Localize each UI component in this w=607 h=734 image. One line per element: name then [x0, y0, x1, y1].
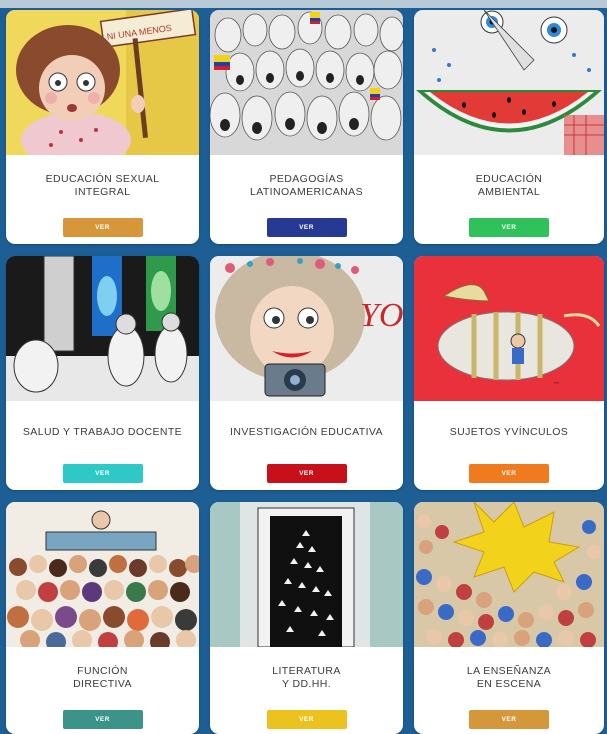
card-image-tired-teachers: [6, 256, 199, 401]
card-title: SALUD Y TRABAJO DOCENTE: [22, 425, 183, 438]
card-image-watermelon-face: [414, 10, 604, 155]
card-literatura-ddhh: LITERATURA Y DD.HH. VER: [210, 502, 403, 734]
ver-button-pedagogias[interactable]: VER: [266, 218, 347, 237]
card-image-door-birds: [210, 502, 403, 647]
card-investigacion-educativa: YO INVESTIGACIÓN EDUCATIVA VER: [210, 256, 403, 490]
ver-button-educacion-sexual[interactable]: VER: [62, 218, 143, 237]
category-grid: NI UNA MENOS EDUCACIÓN SEXUAL INTEGRAL V…: [6, 10, 606, 734]
card-image-sun-crowd: [414, 502, 604, 647]
card-educacion-ambiental: EDUCACIÓN AMBIENTAL VER: [414, 10, 604, 244]
card-title: LA ENSEÑANZA EN ESCENA: [466, 665, 552, 690]
card-title: EDUCACIÓN AMBIENTAL: [475, 173, 543, 198]
card-salud-trabajo-docente: SALUD Y TRABAJO DOCENTE VER: [6, 256, 199, 490]
card-title: SUJETOS YVÍNCULOS: [449, 425, 569, 438]
yo-text: YO: [360, 297, 403, 334]
card-pedagogias-latinoamericanas: PEDAGOGÍAS LATINOAMERICANAS VER: [210, 10, 403, 244]
card-sujetos-vinculos: ~ SUJETOS YVÍNCULOS VER: [414, 256, 604, 490]
card-image-woman-camera: YO: [210, 256, 403, 401]
top-strip: [0, 0, 607, 8]
ver-button-ensenanza-escena[interactable]: VER: [469, 710, 549, 729]
card-ensenanza-en-escena: LA ENSEÑANZA EN ESCENA VER: [414, 502, 604, 734]
ver-button-literatura[interactable]: VER: [266, 710, 347, 729]
ver-button-investigacion[interactable]: VER: [266, 464, 347, 483]
card-image-girl-with-sign: NI UNA MENOS: [6, 10, 199, 155]
card-title: EDUCACIÓN SEXUAL INTEGRAL: [45, 173, 160, 198]
card-image-crowd-audience: [6, 502, 199, 647]
card-educacion-sexual-integral: NI UNA MENOS EDUCACIÓN SEXUAL INTEGRAL V…: [6, 10, 199, 244]
card-image-caged-egg: ~: [414, 256, 604, 401]
card-title: LITERATURA Y DD.HH.: [272, 665, 341, 690]
ver-button-funcion-directiva[interactable]: VER: [62, 710, 143, 729]
card-image-crowd-faces: [210, 10, 403, 155]
card-title: FUNCIÓN DIRECTIVA: [73, 665, 132, 690]
card-funcion-directiva: FUNCIÓN DIRECTIVA VER: [6, 502, 199, 734]
svg-text:~: ~: [554, 378, 559, 388]
ver-button-salud-trabajo[interactable]: VER: [62, 464, 143, 483]
ver-button-sujetos-vinculos[interactable]: VER: [469, 464, 549, 483]
card-title: PEDAGOGÍAS LATINOAMERICANAS: [250, 173, 363, 198]
card-title: INVESTIGACIÓN EDUCATIVA: [230, 425, 383, 438]
ver-button-educacion-ambiental[interactable]: VER: [469, 218, 549, 237]
